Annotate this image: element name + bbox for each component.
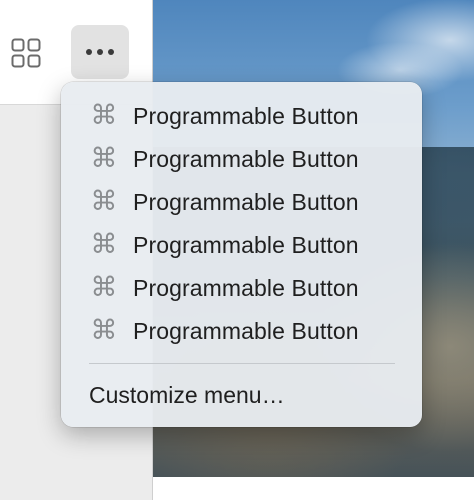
menu-item-programmable-button-1[interactable]: ⌘ Programmable Button	[61, 96, 422, 136]
command-icon: ⌘	[90, 229, 118, 260]
menu-item-label: Programmable Button	[133, 145, 359, 172]
overflow-menu: ⌘ Programmable Button ⌘ Programmable But…	[61, 82, 422, 427]
command-icon: ⌘	[90, 143, 118, 174]
menu-item-programmable-button-4[interactable]: ⌘ Programmable Button	[61, 225, 422, 265]
menu-item-label: Programmable Button	[133, 102, 359, 129]
menu-item-label: Programmable Button	[133, 317, 359, 344]
menu-item-programmable-button-6[interactable]: ⌘ Programmable Button	[61, 311, 422, 351]
menu-separator	[89, 363, 395, 364]
grid-icon[interactable]	[11, 38, 41, 68]
customize-menu-item[interactable]: Customize menu…	[89, 382, 285, 409]
command-icon: ⌘	[90, 100, 118, 131]
command-icon: ⌘	[90, 186, 118, 217]
command-icon: ⌘	[90, 272, 118, 303]
menu-item-programmable-button-2[interactable]: ⌘ Programmable Button	[61, 139, 422, 179]
more-button[interactable]	[71, 25, 129, 79]
menu-item-label: Programmable Button	[133, 274, 359, 301]
more-icon	[71, 25, 129, 79]
menu-item-programmable-button-3[interactable]: ⌘ Programmable Button	[61, 182, 422, 222]
menu-item-programmable-button-5[interactable]: ⌘ Programmable Button	[61, 268, 422, 308]
menu-item-label: Programmable Button	[133, 231, 359, 258]
menu-item-label: Programmable Button	[133, 188, 359, 215]
command-icon: ⌘	[90, 315, 118, 346]
